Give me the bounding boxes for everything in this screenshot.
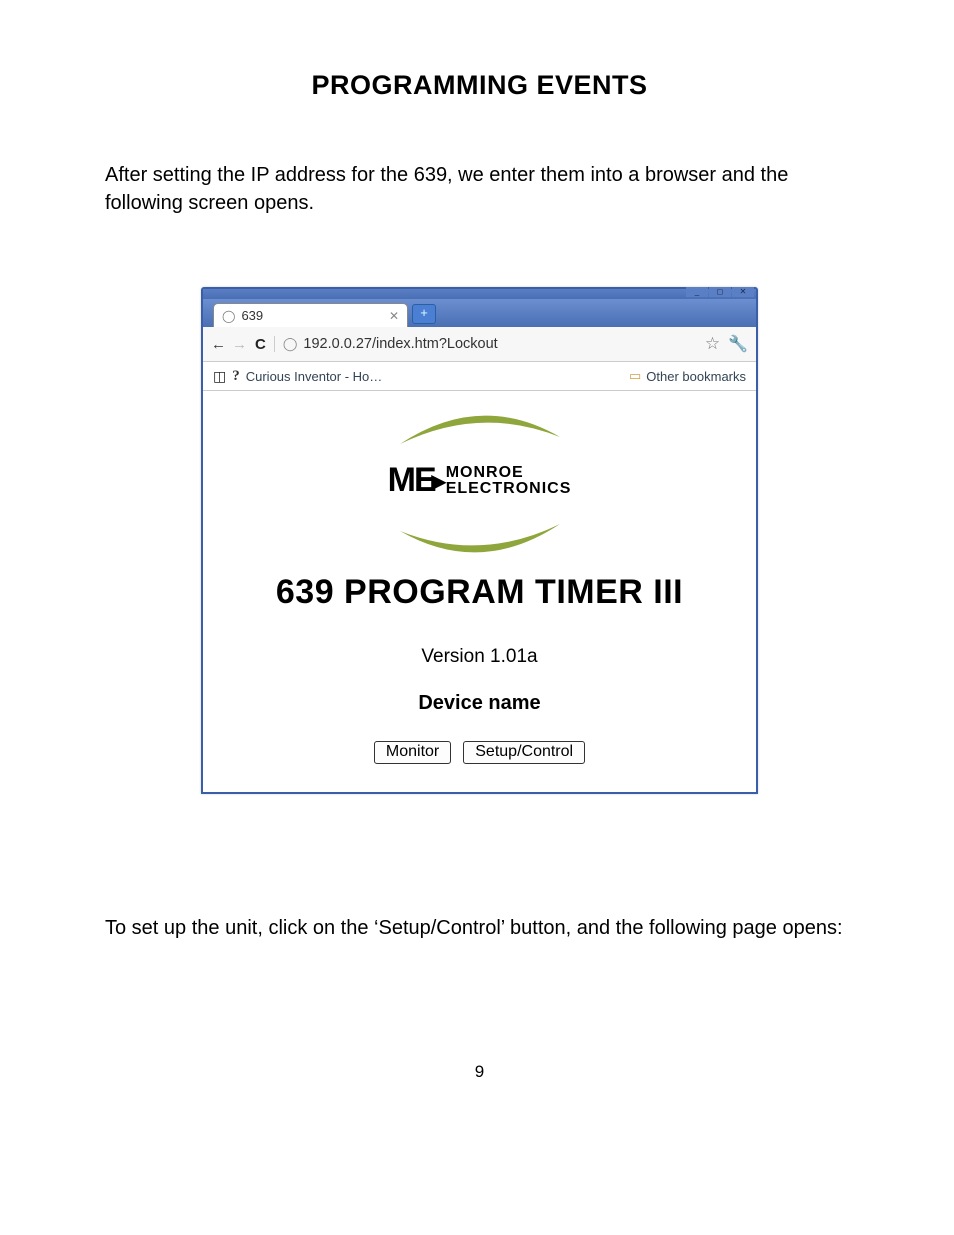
bookmark-label: Curious Inventor - Ho… xyxy=(246,369,383,384)
section-heading: PROGRAMMING EVENTS xyxy=(105,70,854,101)
intro-paragraph: After setting the IP address for the 639… xyxy=(105,161,854,217)
page-body: ME▸ MONROE ELECTRONICS 639 PROGRAM TIMER… xyxy=(203,391,756,792)
tab-strip: ◯ 639 ✕ + xyxy=(203,299,756,327)
browser-screenshot: _ ◻ ✕ ◯ 639 ✕ + ← → C ◯ 192.0.0.27/index… xyxy=(201,287,758,794)
swirl-top-icon xyxy=(380,409,580,449)
new-tab-button[interactable]: + xyxy=(412,304,436,324)
page-icon: ◯ xyxy=(283,336,298,352)
reload-button[interactable]: C xyxy=(255,336,266,353)
other-bookmarks-label: Other bookmarks xyxy=(646,369,746,384)
close-button[interactable]: ✕ xyxy=(732,287,754,297)
tab-close-icon[interactable]: ✕ xyxy=(389,309,399,323)
browser-toolbar: ← → C ◯ 192.0.0.27/index.htm?Lockout ☆ 🔧 xyxy=(203,327,756,362)
company-logo: ME▸ MONROE ELECTRONICS xyxy=(345,409,615,559)
window-titlebar: _ ◻ ✕ xyxy=(203,289,756,299)
maximize-button[interactable]: ◻ xyxy=(709,287,731,297)
browser-tab[interactable]: ◯ 639 ✕ xyxy=(213,303,408,327)
minimize-button[interactable]: _ xyxy=(686,287,708,297)
wrench-menu-icon[interactable]: 🔧 xyxy=(728,334,748,354)
logo-text-line-2: ELECTRONICS xyxy=(446,481,572,496)
url-text: 192.0.0.27/index.htm?Lockout xyxy=(303,336,497,352)
other-bookmarks[interactable]: ▭ Other bookmarks xyxy=(629,368,746,384)
page-number: 9 xyxy=(105,1062,854,1082)
forward-button[interactable]: → xyxy=(232,336,247,353)
logo-mark: ME▸ xyxy=(388,461,444,500)
product-title: 639 PROGRAM TIMER III xyxy=(213,573,746,612)
setup-control-button[interactable]: Setup/Control xyxy=(463,741,585,764)
swirl-bottom-icon xyxy=(380,519,580,559)
version-label: Version 1.01a xyxy=(213,646,746,668)
bookmarks-bar: ◫ ? Curious Inventor - Ho… ▭ Other bookm… xyxy=(203,362,756,391)
back-button[interactable]: ← xyxy=(211,336,226,353)
outro-paragraph: To set up the unit, click on the ‘Setup/… xyxy=(105,914,854,942)
monitor-button[interactable]: Monitor xyxy=(374,741,451,764)
window-controls: _ ◻ ✕ xyxy=(686,287,754,297)
device-name-label: Device name xyxy=(213,692,746,715)
address-bar[interactable]: ◯ 192.0.0.27/index.htm?Lockout xyxy=(274,336,697,352)
apps-icon: ◫ xyxy=(213,368,226,385)
tab-title: 639 xyxy=(241,308,389,323)
globe-icon: ◯ xyxy=(222,309,235,323)
folder-icon: ▭ xyxy=(629,368,641,384)
bookmark-star-icon[interactable]: ☆ xyxy=(705,334,720,354)
bookmark-item[interactable]: ◫ ? Curious Inventor - Ho… xyxy=(213,368,382,385)
question-icon: ? xyxy=(232,368,240,385)
logo-text-line-1: MONROE xyxy=(446,465,572,480)
